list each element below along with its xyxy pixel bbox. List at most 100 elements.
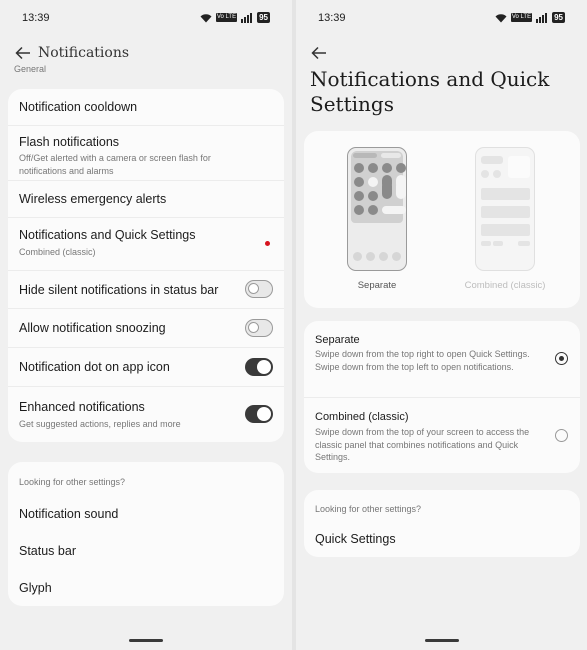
link-quick-settings[interactable]: Quick Settings (315, 532, 396, 546)
tile (354, 163, 364, 173)
radio-combined[interactable] (555, 429, 568, 442)
combined-preview[interactable] (475, 147, 535, 271)
notification-card (481, 224, 530, 236)
tile (368, 191, 378, 201)
tile (396, 163, 406, 173)
radio-selected-dot (558, 355, 564, 361)
link-notification-sound[interactable]: Notification sound (19, 507, 118, 521)
link-glyph[interactable]: Glyph (19, 581, 52, 595)
other-settings-card: Looking for other settings? Quick Settin… (304, 490, 580, 557)
mode-options-card: Separate Swipe down from the top right t… (304, 321, 580, 473)
dock-icon (392, 252, 401, 261)
separate-preview[interactable] (347, 147, 407, 271)
list-item-label: Wireless emergency alerts (19, 192, 167, 206)
option-combined[interactable]: Combined (classic) Swipe down from the t… (304, 398, 580, 473)
enhanced-notifications-toggle[interactable] (245, 405, 273, 423)
gesture-bar[interactable] (129, 639, 163, 642)
option-title: Combined (classic) (315, 411, 409, 423)
wifi-icon (200, 13, 212, 22)
tile (368, 177, 378, 187)
list-item-label: Notifications and Quick Settings (19, 228, 196, 242)
battery-icon: 95 (552, 12, 565, 23)
panel-pill (481, 241, 491, 246)
tile (382, 206, 406, 214)
mode-preview-card: Separate Combined (classic) (304, 131, 580, 308)
list-item-subtitle: Combined (classic) (19, 247, 96, 257)
tile (368, 163, 378, 173)
option-title: Separate (315, 334, 360, 346)
tile (382, 163, 392, 173)
panel-pill (481, 156, 503, 164)
notification-settings-card: Notification cooldown Flash notification… (8, 89, 284, 442)
link-status-bar[interactable]: Status bar (19, 544, 76, 558)
list-item-label: Allow notification snoozing (19, 321, 166, 335)
dock-icon (379, 252, 388, 261)
list-item-subtitle: Off/Get alerted with a camera or screen … (19, 153, 211, 176)
status-icons: Vo LTE 95 (200, 12, 270, 23)
notification-dot-toggle[interactable] (245, 358, 273, 376)
tile (493, 170, 501, 178)
quick-settings-panel (351, 151, 406, 223)
battery-icon: 95 (257, 12, 270, 23)
radio-separate[interactable] (555, 352, 568, 365)
toggle-knob (257, 360, 271, 374)
status-bar: 13:39 Vo LTE 95 (0, 10, 292, 28)
new-indicator-dot (265, 241, 270, 246)
notification-card (481, 188, 530, 200)
volte-icon: Vo LTE (215, 13, 238, 22)
back-arrow-icon[interactable] (310, 44, 328, 62)
status-icons: Vo LTE 95 (495, 12, 565, 23)
dock-icon (366, 252, 375, 261)
option-description: Swipe down from the top right to open Qu… (315, 349, 530, 372)
list-item-notification-dot[interactable]: Notification dot on app icon (8, 348, 284, 387)
option-separate[interactable]: Separate Swipe down from the top right t… (304, 321, 580, 398)
separate-preview-label: Separate (357, 280, 397, 291)
gesture-bar[interactable] (424, 639, 459, 642)
notifications-quick-settings-screen: 13:39 Vo LTE 95 Notifications and Quick … (296, 0, 587, 650)
other-settings-caption: Looking for other settings? (315, 504, 422, 514)
list-item-allow-snoozing[interactable]: Allow notification snoozing (8, 309, 284, 348)
page-title: Notifications (38, 45, 130, 61)
toggle-knob (257, 407, 271, 421)
status-bar: 13:39 Vo LTE 95 (296, 10, 587, 28)
panel-pill (381, 153, 401, 158)
other-settings-card: Looking for other settings? Notification… (8, 462, 284, 606)
option-description: Swipe down from the top of your screen t… (315, 427, 530, 462)
tile (354, 205, 364, 215)
tile (354, 191, 364, 201)
tile (382, 181, 392, 199)
status-time: 13:39 (22, 12, 50, 24)
list-item-notifications-quick-settings[interactable]: Notifications and Quick Settings Combine… (8, 218, 284, 271)
volte-icon: Vo LTE (510, 13, 533, 22)
hide-silent-toggle[interactable] (245, 280, 273, 298)
panel-pill (353, 153, 377, 158)
toggle-knob (248, 283, 259, 294)
list-item-label: Notification dot on app icon (19, 360, 170, 374)
panel-block (508, 156, 530, 178)
page-title: Notifications and Quick Settings (310, 67, 550, 116)
combined-preview-label: Combined (classic) (464, 280, 546, 291)
list-item-notification-cooldown[interactable]: Notification cooldown (8, 89, 284, 126)
notifications-screen: 13:39 Vo LTE 95 Notifications General No… (0, 0, 292, 650)
wifi-icon (495, 13, 507, 22)
signal-icon (536, 12, 548, 23)
list-item-subtitle: Get suggested actions, replies and more (19, 419, 181, 429)
panel-pill (493, 241, 503, 246)
tile (481, 170, 489, 178)
panel-pill (518, 241, 530, 246)
list-item-wireless-emergency-alerts[interactable]: Wireless emergency alerts (8, 181, 284, 218)
other-settings-caption: Looking for other settings? (19, 477, 126, 487)
tile (354, 177, 364, 187)
list-item-label: Hide silent notifications in status bar (19, 283, 219, 297)
list-item-flash-notifications[interactable]: Flash notifications Off/Get alerted with… (8, 126, 284, 181)
dock-icon (353, 252, 362, 261)
toggle-knob (248, 322, 259, 333)
list-item-enhanced-notifications[interactable]: Enhanced notifications Get suggested act… (8, 387, 284, 442)
list-item-hide-silent-notifications[interactable]: Hide silent notifications in status bar (8, 271, 284, 309)
tile (396, 181, 406, 199)
list-item-label: Flash notifications (19, 135, 120, 149)
snoozing-toggle[interactable] (245, 319, 273, 337)
signal-icon (241, 12, 253, 23)
back-arrow-icon[interactable] (14, 44, 32, 62)
tile (368, 205, 378, 215)
